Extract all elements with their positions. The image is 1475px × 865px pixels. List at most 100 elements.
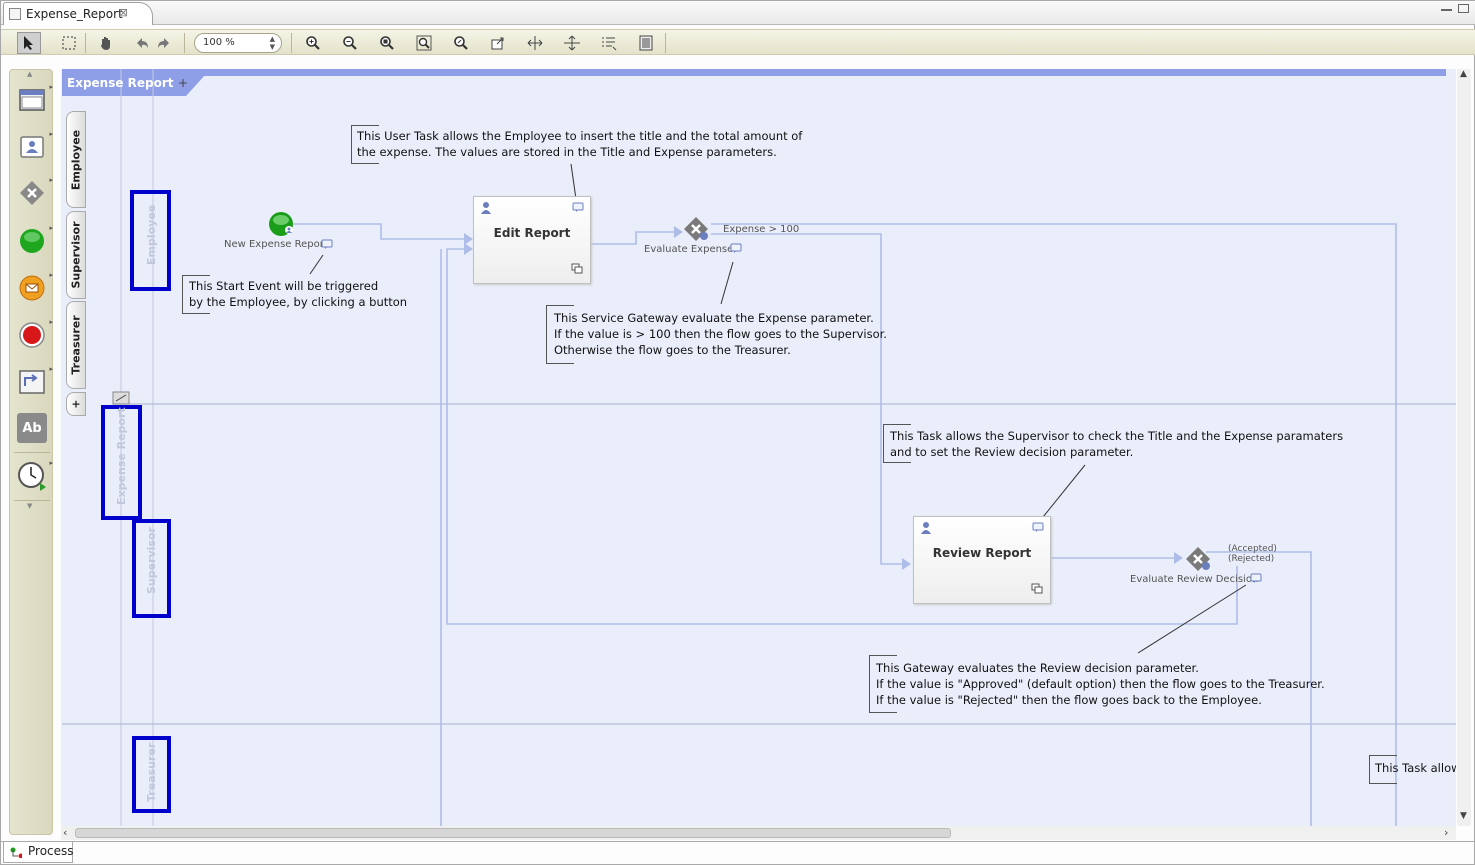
comment-icon[interactable] [1250,573,1262,584]
toolbar-separator [184,33,185,53]
user-icon [481,202,491,214]
zoom-combo[interactable]: 100 % ▲ ▼ [194,33,282,53]
tab-label: Treasurer [69,315,83,375]
zoom-out-icon[interactable] [338,32,362,54]
add-pool-button[interactable]: + [178,76,188,90]
zoom-page-icon[interactable] [449,32,473,54]
user-icon [921,522,931,534]
outline-icon[interactable] [634,32,658,54]
tab-treasurer[interactable]: Treasurer [66,301,86,389]
palette-scroll-up-icon[interactable]: ▲ [27,70,32,78]
comment-icon[interactable] [321,239,333,250]
zoom-value: 100 % [203,37,235,48]
align-horizontal-icon[interactable] [523,32,547,54]
redo-icon[interactable] [152,32,176,54]
horizontal-scrollbar[interactable]: ‹ › [61,826,1456,840]
subtask-icon[interactable] [571,263,583,274]
zoom-in-icon[interactable] [301,32,325,54]
process-tab[interactable]: Process [3,842,74,863]
start-event[interactable] [268,211,296,239]
annotation-line: This Task allows [1375,761,1456,775]
comment-icon[interactable] [730,243,742,254]
tab-label: Employee [69,129,83,190]
user-task-icon[interactable]: ▸ [17,130,53,162]
gateway-evaluate-review[interactable] [1185,546,1213,574]
element-palette: ▲ ▸ ▸ ▸ ▸ ▸ ▸ ▸ Ab ▸ ▼ [9,69,53,835]
annotation-line: This Start Event will be triggered [189,279,379,293]
gateway-label: Evaluate Expense [644,244,734,255]
timer-event-icon[interactable]: ▸ [17,459,53,491]
text-annotation-icon[interactable]: Ab [17,413,47,443]
comment-icon[interactable] [572,202,584,213]
annotation-treasurer[interactable]: This Task allows [1371,760,1456,776]
bottom-divider [1,841,1475,842]
end-event-icon[interactable]: ▸ [17,318,53,350]
annotation-line: by the Employee, by clicking a button [189,295,408,309]
comment-icon[interactable] [1032,522,1044,533]
maximize-icon[interactable] [1458,4,1469,13]
pool-tab-label: Expense Report [67,76,174,90]
scroll-right-icon[interactable]: › [1444,826,1448,839]
select-arrow-icon[interactable] [17,32,41,54]
annotation-evaluate-review[interactable]: This Gateway evaluates the Review decisi… [872,660,1325,708]
subprocess-icon[interactable]: ▸ [17,365,53,397]
lane-label-treasurer: Treasurer [145,742,158,802]
scroll-up-icon[interactable]: ▲ [1460,69,1467,79]
marquee-select-icon[interactable] [57,32,81,54]
lane-label-pool: Expense Report [115,407,128,505]
palette-scroll-down-icon[interactable]: ▼ [27,502,32,510]
message-event-icon[interactable]: ▸ [17,271,53,303]
gateway-evaluate-expense[interactable] [683,216,711,244]
annotation-line: This Service Gateway evaluate the Expens… [554,311,874,325]
annotation-edit-report[interactable]: This User Task allows the Employee to in… [353,128,802,160]
gateway-icon[interactable]: ▸ [17,176,53,208]
annotation-line: Otherwise the flow goes to the Treasurer… [554,343,791,357]
toolbar-separator [665,33,666,53]
zoom-spinner-icon[interactable]: ▲ ▼ [270,35,275,51]
lane-handle-icon[interactable] [112,391,130,405]
scroll-down-icon[interactable]: ▼ [1460,811,1467,821]
export-image-icon[interactable] [486,32,510,54]
vertical-scrollbar[interactable]: ▲ ▼ [1457,69,1471,826]
annotation-line: This Task allows the Supervisor to check… [890,429,1344,443]
subtask-icon[interactable] [1031,583,1043,594]
undo-icon[interactable] [130,32,154,54]
pool-tab[interactable]: Expense Report + [61,73,206,95]
annotation-line: If the value is "Rejected" then the flow… [876,693,1262,707]
task-title: Review Report [932,546,1032,560]
annotation-start-event[interactable]: This Start Event will be triggered by th… [185,278,407,310]
annotation-evaluate-expense[interactable]: This Service Gateway evaluate the Expens… [550,310,887,358]
palette-separator [14,500,50,501]
diagram-canvas[interactable]: Expense Report + Employee Expense Report… [61,69,1456,826]
editor-tab-label: Expense_Report [26,7,123,21]
tab-supervisor[interactable]: Supervisor [66,211,86,299]
close-tab-icon[interactable]: ⊠ [119,6,128,19]
scroll-left-icon[interactable]: ‹ [63,826,67,839]
editor-tab-expense-report[interactable]: Expense_Report ⊠ [3,2,153,25]
tab-employee[interactable]: Employee [66,111,86,208]
lane-label-employee: Employee [145,204,158,265]
annotation-line: If the value is > 100 then the flow goes… [554,327,887,341]
minimize-icon[interactable] [1441,4,1452,11]
hand-pan-icon[interactable] [94,32,118,54]
task-edit-report[interactable]: Edit Report [473,196,591,284]
add-lane-tab[interactable]: + [66,392,86,416]
align-vertical-icon[interactable] [560,32,584,54]
zoom-selection-icon[interactable] [412,32,436,54]
task-review-report[interactable]: Review Report [913,516,1051,604]
flow-rejected-label: (Rejected) [1228,554,1275,564]
layout-icon[interactable] [597,32,621,54]
flow-accepted-label: (Accepted) [1228,544,1277,554]
start-event-icon[interactable]: ▸ [17,224,53,256]
horizontal-scroll-thumb[interactable] [75,828,951,838]
zoom-fit-icon[interactable] [375,32,399,54]
process-file-icon [9,8,21,20]
lane-label-supervisor: Supervisor [145,527,158,594]
annotation-line: This User Task allows the Employee to in… [357,129,803,143]
annotation-review-report[interactable]: This Task allows the Supervisor to check… [886,428,1343,460]
lane-icon[interactable]: ▸ [17,83,53,115]
palette-separator [14,452,50,453]
add-lane-label: + [71,397,81,411]
process-tab-label: Process [28,844,74,858]
editor-tab-bar: Expense_Report ⊠ [1,1,1475,25]
